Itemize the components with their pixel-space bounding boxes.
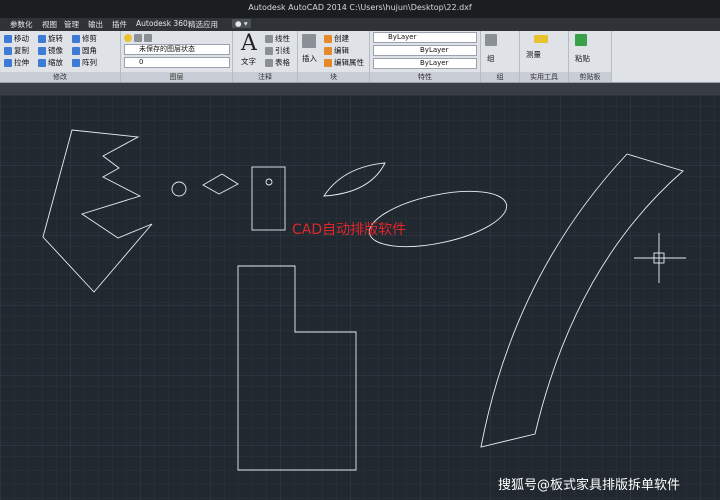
lineweight-dropdown[interactable]: ByLayer (373, 58, 477, 69)
drawing-canvas[interactable] (0, 95, 720, 500)
text-tool-icon[interactable]: A (241, 31, 257, 56)
edit-attributes-icon (324, 59, 332, 67)
modify-panel: 移动 旋转 修剪 复制 镜像 圆角 拉伸 缩放 阵列 修改 (0, 31, 121, 82)
mirror-icon (38, 47, 46, 55)
measure-icon[interactable] (534, 34, 550, 43)
file-tab-strip (0, 83, 720, 95)
layers-panel-title[interactable]: 图层 (121, 72, 232, 82)
array-icon (72, 59, 80, 67)
window-title: Autodesk AutoCAD 2014 C:\Users\hujun\Des… (248, 3, 472, 12)
drawing-grid (0, 95, 720, 500)
layer-properties-icon (124, 34, 132, 42)
color-dropdown[interactable]: ByLayer (373, 32, 477, 43)
fillet-icon (72, 47, 80, 55)
utilities-panel: 测量 实用工具 (520, 31, 569, 82)
create-block-icon (324, 35, 332, 43)
measure-button[interactable]: 测量 (526, 49, 541, 60)
copy-icon (4, 47, 12, 55)
insert-block-icon[interactable] (302, 34, 318, 48)
title-bar: Autodesk AutoCAD 2014 C:\Users\hujun\Des… (0, 0, 720, 18)
current-layer-dropdown[interactable]: 0 (124, 57, 230, 68)
cad-annotation-label: CAD自动排版软件 (292, 222, 407, 238)
layer-tools-row[interactable] (124, 33, 154, 42)
rotate-icon (38, 35, 46, 43)
annotation-panel: A 文字 线性 引线 表格 注释 (233, 31, 298, 82)
trim-icon (72, 35, 80, 43)
clipboard-panel-title[interactable]: 剪贴板 (569, 72, 611, 82)
properties-panel: ByLayer ByLayer ByLayer 特性 (370, 31, 481, 82)
tab-featured-apps[interactable]: 精选应用 (188, 19, 218, 30)
clipboard-panel: 粘贴 剪贴板 (569, 31, 612, 82)
layers-panel: 未保存的图层状态 0 图层 (121, 31, 233, 82)
stretch-icon (4, 59, 12, 67)
block-panel-title[interactable]: 块 (298, 72, 369, 82)
paste-icon[interactable] (575, 34, 589, 46)
ribbon: 移动 旋转 修剪 复制 镜像 圆角 拉伸 缩放 阵列 修改 未保存的图层状态 0… (0, 31, 720, 83)
edit-attributes-button[interactable]: 编辑属性 (324, 57, 364, 68)
tab-output[interactable]: 输出 (88, 19, 103, 30)
insert-button[interactable]: 插入 (302, 53, 317, 64)
groups-panel-title[interactable]: 组 (481, 72, 519, 82)
fillet-button[interactable]: 圆角 (72, 45, 97, 56)
layer-state-dropdown[interactable]: 未保存的图层状态 (124, 44, 230, 55)
linear-dimension-icon (265, 35, 273, 43)
watermark-text: 搜狐号@板式家具排版拆单软件 (498, 478, 681, 493)
linetype-dropdown[interactable]: ByLayer (373, 45, 477, 56)
rotate-button[interactable]: 旋转 (38, 33, 63, 44)
group-icon[interactable] (485, 34, 499, 46)
move-button[interactable]: 移动 (4, 33, 29, 44)
mirror-button[interactable]: 镜像 (38, 45, 63, 56)
layer-tool-icon (144, 34, 152, 42)
edit-block-button[interactable]: 编辑 (324, 45, 349, 56)
properties-panel-title[interactable]: 特性 (370, 72, 480, 82)
groups-panel: 组 组 (481, 31, 520, 82)
table-button[interactable]: 表格 (265, 57, 290, 68)
stretch-button[interactable]: 拉伸 (4, 57, 29, 68)
block-panel: 插入 创建 编辑 编辑属性 块 (298, 31, 370, 82)
tab-manage[interactable]: 管理 (64, 19, 79, 30)
leader-button[interactable]: 引线 (265, 45, 290, 56)
create-block-button[interactable]: 创建 (324, 33, 349, 44)
utilities-panel-title[interactable]: 实用工具 (520, 72, 568, 82)
trim-button[interactable]: 修剪 (72, 33, 97, 44)
scale-icon (38, 59, 46, 67)
tab-plugins[interactable]: 插件 (112, 19, 127, 30)
move-icon (4, 35, 12, 43)
layer-tool-icon (134, 34, 142, 42)
leader-icon (265, 47, 273, 55)
workspace-toggle-button[interactable]: ● ▾ (232, 19, 251, 28)
linear-dimension-button[interactable]: 线性 (265, 33, 290, 44)
table-icon (265, 59, 273, 67)
edit-block-icon (324, 47, 332, 55)
tab-autodesk-360[interactable]: Autodesk 360 (136, 19, 188, 28)
paste-button[interactable]: 粘贴 (575, 53, 590, 64)
ribbon-tab-bar: 参数化 视图 管理 输出 插件 Autodesk 360 精选应用 ● ▾ (0, 18, 720, 31)
scale-button[interactable]: 缩放 (38, 57, 63, 68)
annotation-panel-title[interactable]: 注释 (233, 72, 297, 82)
tab-parametric[interactable]: 参数化 (10, 19, 33, 30)
array-button[interactable]: 阵列 (72, 57, 97, 68)
copy-button[interactable]: 复制 (4, 45, 29, 56)
tab-view[interactable]: 视图 (42, 19, 57, 30)
text-button[interactable]: 文字 (241, 56, 256, 67)
modify-panel-title[interactable]: 修改 (0, 72, 120, 82)
group-button[interactable]: 组 (487, 53, 495, 64)
